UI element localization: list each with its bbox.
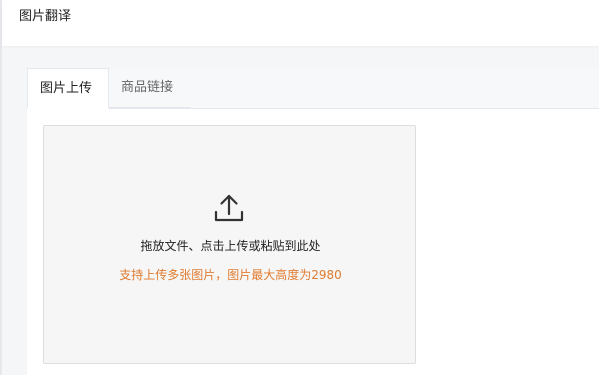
upload-instruction-text: 拖放文件、点击上传或粘贴到此处 xyxy=(140,239,321,253)
left-edge xyxy=(0,0,2,375)
upload-panel: 图片上传 商品链接 拖放文件、点击上传或粘贴到此处 支持上传多张图片，图片最大高… xyxy=(27,68,599,375)
tab-bar: 图片上传 商品链接 xyxy=(27,68,599,109)
page-header: 图片翻译 xyxy=(2,0,599,46)
tab-image-upload[interactable]: 图片上传 xyxy=(27,68,109,109)
tab-product-link[interactable]: 商品链接 xyxy=(109,68,191,108)
upload-hint-text: 支持上传多张图片，图片最大高度为2980 xyxy=(119,268,342,282)
upload-drop-zone[interactable]: 拖放文件、点击上传或粘贴到此处 支持上传多张图片，图片最大高度为2980 xyxy=(43,125,416,364)
upload-icon xyxy=(214,194,244,222)
page-title: 图片翻译 xyxy=(19,9,72,24)
